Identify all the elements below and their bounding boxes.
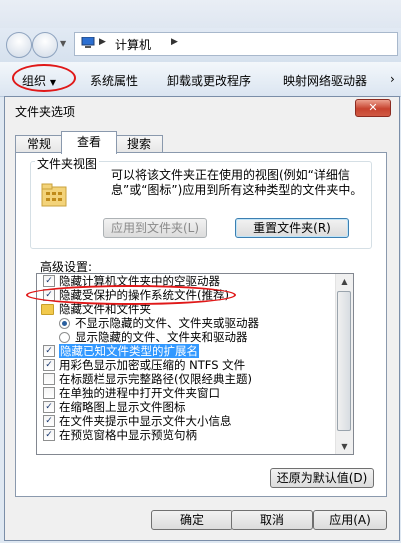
radio-button[interactable] [59,318,70,329]
settings-row[interactable]: 不显示隐藏的文件、文件夹或驱动器 [37,316,333,330]
scroll-thumb[interactable] [337,291,351,431]
settings-row-label: 在标题栏显示完整路径(仅限经典主题) [59,372,252,386]
settings-row-label: 用彩色显示加密或压缩的 NTFS 文件 [59,358,246,372]
tab-search[interactable]: 搜索 [115,135,163,153]
settings-row-label: 不显示隐藏的文件、文件夹或驱动器 [75,316,259,330]
radio-button[interactable] [59,332,70,343]
close-button[interactable]: ✕ [355,99,391,117]
settings-row-label: 在文件夹提示中显示文件大小信息 [59,414,232,428]
settings-row[interactable]: ✓ 在缩略图上显示文件图标 [37,400,333,414]
apply-button[interactable]: 应用(A) [313,510,387,530]
address-row: ▼ ▶ 计算机 ▶ [0,28,401,62]
folder-views-label: 文件夹视图 [35,155,100,172]
system-properties-button[interactable]: 系统属性 [90,72,138,89]
back-button[interactable] [6,32,32,58]
settings-row[interactable]: ✓ 隐藏已知文件类型的扩展名 [37,344,333,358]
breadcrumb-arrow-icon[interactable]: ▶ [99,37,106,47]
settings-row-label: 在预览窗格中显示预览句柄 [59,428,197,442]
checkbox[interactable]: ✓ [43,429,55,441]
reset-folders-button[interactable]: 重置文件夹(R) [235,218,349,238]
settings-row-label: 在缩略图上显示文件图标 [59,400,186,414]
tab-general[interactable]: 常规 [15,135,63,153]
checkbox[interactable]: ✓ [43,359,55,371]
view-tab-panel: 文件夹视图 可以将该文件夹正在使用的视图(例如“详细信息”或“图标”)应用到所有… [15,152,387,497]
dialog-title: 文件夹选项 [15,105,76,119]
checkbox[interactable]: ✓ [43,275,55,287]
scroll-down-icon[interactable]: ▼ [336,439,353,454]
settings-row[interactable]: ✓ 用彩色显示加密或压缩的 NTFS 文件 [37,358,333,372]
checkbox[interactable]: ✓ [43,415,55,427]
ok-button[interactable]: 确定 [151,510,233,530]
restore-defaults-button[interactable]: 还原为默认值(D) [270,468,374,488]
scroll-up-icon[interactable]: ▲ [336,274,353,289]
folder-views-group: 文件夹视图 可以将该文件夹正在使用的视图(例如“详细信息”或“图标”)应用到所有… [30,155,372,249]
annotation-circle [26,285,236,305]
checkbox[interactable] [43,387,55,399]
address-bar[interactable]: ▶ 计算机 ▶ [74,32,398,56]
checkbox[interactable]: ✓ [43,401,55,413]
checkbox[interactable] [43,373,55,385]
window-top-strip [0,0,401,28]
folder-options-dialog: 文件夹选项 ✕ 常规 查看 搜索 文件夹视图 可以将该文件夹正在使用的视图(例如… [4,96,400,541]
settings-row[interactable]: ✓ 在文件夹提示中显示文件大小信息 [37,414,333,428]
breadcrumb-arrow-icon[interactable]: ▶ [171,37,178,47]
folder-icon [41,304,54,315]
computer-icon [81,37,95,48]
breadcrumb-location[interactable]: 计算机 [115,36,151,53]
settings-row[interactable]: 显示隐藏的文件、文件夹和驱动器 [37,330,333,344]
map-network-drive-button[interactable]: 映射网络驱动器 [283,72,367,89]
settings-row[interactable]: 隐藏文件和文件夹 [37,302,333,316]
recent-pages-dropdown-icon[interactable]: ▼ [60,39,66,48]
apply-to-folders-button[interactable]: 应用到文件夹(L) [103,218,207,238]
uninstall-program-button[interactable]: 卸载或更改程序 [167,72,251,89]
annotation-circle [12,64,76,92]
settings-row-label: 在单独的进程中打开文件夹窗口 [59,386,220,400]
checkbox[interactable]: ✓ [43,345,55,357]
scrollbar[interactable]: ▲ ▼ [335,274,353,454]
cancel-button[interactable]: 取消 [231,510,313,530]
settings-row[interactable]: 在标题栏显示完整路径(仅限经典主题) [37,372,333,386]
forward-button[interactable] [32,32,58,58]
settings-row-label: 显示隐藏的文件、文件夹和驱动器 [75,330,248,344]
settings-row[interactable]: ✓ 在预览窗格中显示预览句柄 [37,428,333,442]
folder-views-description: 可以将该文件夹正在使用的视图(例如“详细信息”或“图标”)应用到所有这种类型的文… [111,168,363,197]
toolbar-overflow-icon[interactable]: › [390,72,395,86]
settings-row-label: 隐藏已知文件类型的扩展名 [59,344,199,358]
settings-row[interactable]: 在单独的进程中打开文件夹窗口 [37,386,333,400]
tab-view[interactable]: 查看 [61,131,117,154]
folder-icon [41,183,67,207]
